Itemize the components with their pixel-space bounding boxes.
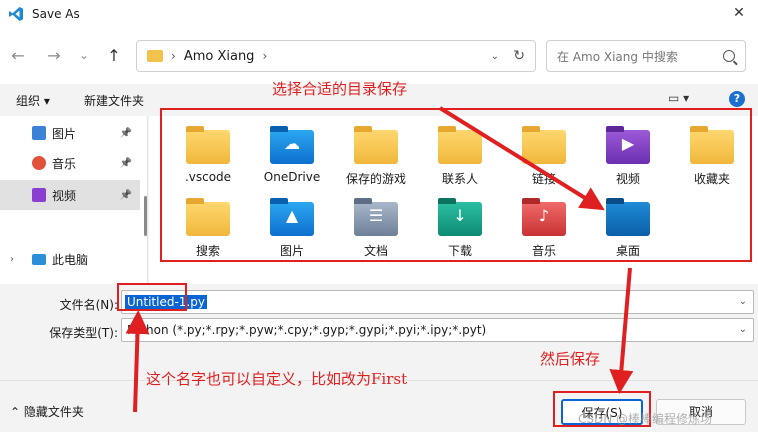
- search-input[interactable]: 在 Amo Xiang 中搜索: [557, 48, 723, 65]
- sidebar-item-music[interactable]: 音乐 📌: [0, 148, 140, 178]
- back-button[interactable]: ←: [8, 46, 28, 65]
- sidebar-item-label: 此电脑: [52, 252, 89, 267]
- pin-icon: 📌: [119, 189, 132, 201]
- filetype-select[interactable]: Python (*.py;*.rpy;*.pyw;*.cpy;*.gyp;*.g…: [121, 318, 754, 342]
- address-history-dropdown[interactable]: ⌄: [491, 51, 499, 62]
- view-options-button[interactable]: ▭ ▾: [668, 91, 689, 105]
- pin-icon: 📌: [119, 127, 132, 139]
- navigation-pane: 图片 📌 音乐 📌 视频 📌 › 此电脑: [0, 116, 148, 284]
- navigation-bar: ← → ⌄ ↑ › Amo Xiang › ⌄ ↻ 在 Amo Xiang 中搜…: [0, 28, 758, 84]
- filename-row: 文件名(N): Untitled-1.py ⌄: [0, 290, 758, 316]
- annotation-then-save: 然后保存: [540, 350, 601, 368]
- hide-folders-button[interactable]: ⌃ 隐藏文件夹: [10, 403, 84, 420]
- new-folder-button[interactable]: 新建文件夹: [84, 92, 144, 109]
- chevron-down-icon[interactable]: ⌄: [739, 296, 747, 307]
- sidebar-item-pictures[interactable]: 图片 📌: [0, 118, 140, 148]
- sidebar-item-label: 视频: [52, 188, 77, 203]
- recent-locations-button[interactable]: ⌄: [74, 48, 94, 62]
- search-box[interactable]: 在 Amo Xiang 中搜索: [546, 40, 746, 72]
- help-icon[interactable]: ?: [729, 91, 745, 107]
- expand-chevron-icon[interactable]: ›: [10, 254, 14, 265]
- chevron-down-icon[interactable]: ⌄: [739, 324, 747, 335]
- breadcrumb-amo-xiang[interactable]: Amo Xiang: [184, 49, 255, 64]
- pictures-icon: [32, 126, 46, 140]
- sidebar-item-video[interactable]: 视频 📌: [0, 180, 140, 210]
- pin-icon: 📌: [119, 157, 132, 169]
- annotation-filename-box: [117, 283, 187, 311]
- annotation-rename-hint: 这个名字也可以自定义，比如改为First: [146, 370, 408, 388]
- forward-button[interactable]: →: [44, 46, 64, 65]
- filetype-value[interactable]: Python (*.py;*.rpy;*.pyw;*.cpy;*.gyp;*.g…: [127, 323, 486, 337]
- address-bar[interactable]: › Amo Xiang › ⌄ ↻: [136, 40, 536, 72]
- folder-icon: [147, 50, 163, 62]
- breadcrumb-dropdown[interactable]: ›: [262, 49, 267, 63]
- title-bar: Save As ✕: [0, 0, 758, 28]
- refresh-icon[interactable]: ↻: [513, 48, 525, 64]
- search-icon: [723, 50, 735, 62]
- sidebar-scrollbar[interactable]: [144, 196, 147, 236]
- close-button[interactable]: ✕: [730, 5, 748, 21]
- sidebar-item-this-pc[interactable]: › 此电脑: [0, 244, 140, 274]
- computer-icon: [32, 253, 46, 265]
- filetype-row: 保存类型(T): Python (*.py;*.rpy;*.pyw;*.cpy;…: [0, 318, 758, 344]
- organize-menu[interactable]: 组织 ▾: [16, 92, 50, 109]
- filetype-label: 保存类型(T):: [49, 326, 118, 340]
- breadcrumb-separator: ›: [171, 49, 176, 63]
- watermark: CSDN @棒棒编程修炼场: [578, 412, 713, 426]
- sidebar-item-label: 音乐: [52, 156, 77, 171]
- annotation-highlight-box: [160, 108, 752, 262]
- music-icon: [32, 156, 46, 170]
- vscode-icon: [9, 7, 23, 21]
- filename-input[interactable]: Untitled-1.py ⌄: [121, 290, 754, 314]
- window-title: Save As: [32, 7, 80, 21]
- annotation-choose-directory: 选择合适的目录保存: [272, 80, 408, 98]
- filename-label: 文件名(N):: [59, 298, 118, 312]
- up-button[interactable]: ↑: [104, 46, 124, 65]
- video-icon: [32, 188, 46, 202]
- sidebar-item-label: 图片: [52, 126, 77, 141]
